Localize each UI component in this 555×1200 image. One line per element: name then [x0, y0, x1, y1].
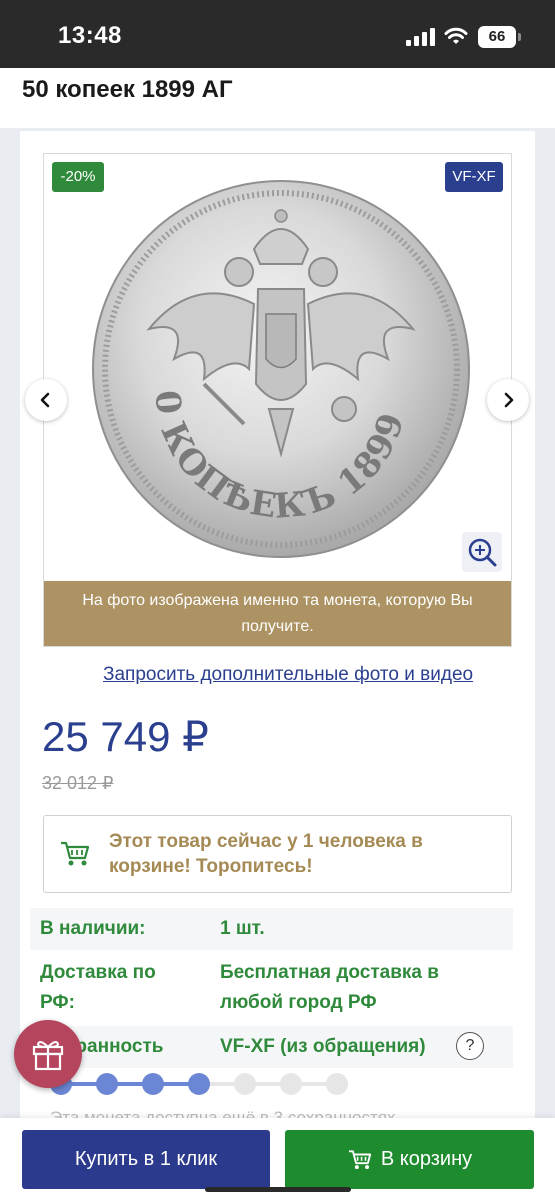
- add-to-cart-label: В корзину: [380, 1148, 473, 1170]
- buy-one-click-button[interactable]: Купить в 1 клик: [22, 1130, 270, 1189]
- status-time: 13:48: [58, 22, 122, 49]
- request-photo-link[interactable]: Запросить дополнительные фото и видео: [103, 664, 473, 686]
- gift-button[interactable]: [14, 1020, 82, 1088]
- cart-icon: [61, 841, 90, 866]
- product-gallery[interactable]: 50 КОПѢЕКЪ 1899 Г. -20% VF-XF На фото из…: [43, 153, 512, 647]
- grade-scale-dot: [326, 1073, 348, 1095]
- grade-scale-dot: [96, 1073, 118, 1095]
- gallery-prev-button[interactable]: [25, 379, 67, 421]
- zoom-in-icon[interactable]: [462, 532, 502, 572]
- grade-badge: VF-XF: [445, 162, 503, 192]
- spec-label-delivery-1: Доставка по: [40, 962, 156, 983]
- spec-value-delivery-1: Бесплатная доставка в: [220, 962, 439, 983]
- spec-value-delivery-2: любой город РФ: [220, 992, 377, 1013]
- grade-scale-dot: [188, 1073, 210, 1095]
- coin-photo[interactable]: 50 КОПѢЕКЪ 1899 Г. -20% VF-XF: [44, 154, 511, 581]
- condition-help-button[interactable]: ?: [456, 1032, 484, 1060]
- grade-scale-dot: [280, 1073, 302, 1095]
- chevron-right-icon: [504, 392, 514, 408]
- spec-label-delivery-2: РФ:: [40, 992, 75, 1013]
- spec-label-availability: В наличии:: [40, 918, 146, 939]
- discount-badge: -20%: [52, 162, 104, 192]
- battery-icon: 66: [478, 26, 516, 48]
- gift-icon: [32, 1041, 64, 1071]
- grade-scale-dot: [234, 1073, 256, 1095]
- cart-notice: Этот товар сейчас у 1 человека в корзине…: [43, 815, 512, 893]
- chevron-left-icon: [40, 392, 50, 408]
- cart-icon: [348, 1149, 372, 1169]
- battery-tip: [518, 33, 521, 41]
- signal-icon: [406, 28, 436, 46]
- home-indicator: [205, 1187, 351, 1192]
- add-to-cart-button[interactable]: В корзину: [285, 1130, 534, 1189]
- spec-value-availability: 1 шт.: [220, 918, 265, 939]
- wifi-icon: [444, 27, 468, 44]
- photo-caption: На фото изображена именно та монета, кот…: [44, 581, 511, 646]
- coin-image: 50 КОПѢЕКЪ 1899 Г.: [44, 154, 470, 558]
- page-header: 50 копеек 1899 АГ: [0, 68, 555, 128]
- page-title: 50 копеек 1899 АГ: [22, 76, 233, 103]
- old-price: 32 012 ₽: [42, 773, 114, 793]
- gallery-next-button[interactable]: [487, 379, 529, 421]
- spec-row-availability: В наличии: 1 шт.: [30, 908, 513, 950]
- grade-scale-dot: [142, 1073, 164, 1095]
- status-bar: 13:48 66: [0, 0, 555, 68]
- cart-notice-text: Этот товар сейчас у 1 человека в корзине…: [109, 831, 423, 877]
- spec-row-delivery: Доставка по РФ: Бесплатная доставка в лю…: [30, 955, 513, 1023]
- spec-row-condition: Сохранность VF-XF (из обращения) ?: [30, 1026, 513, 1068]
- current-price: 25 749 ₽: [42, 713, 209, 760]
